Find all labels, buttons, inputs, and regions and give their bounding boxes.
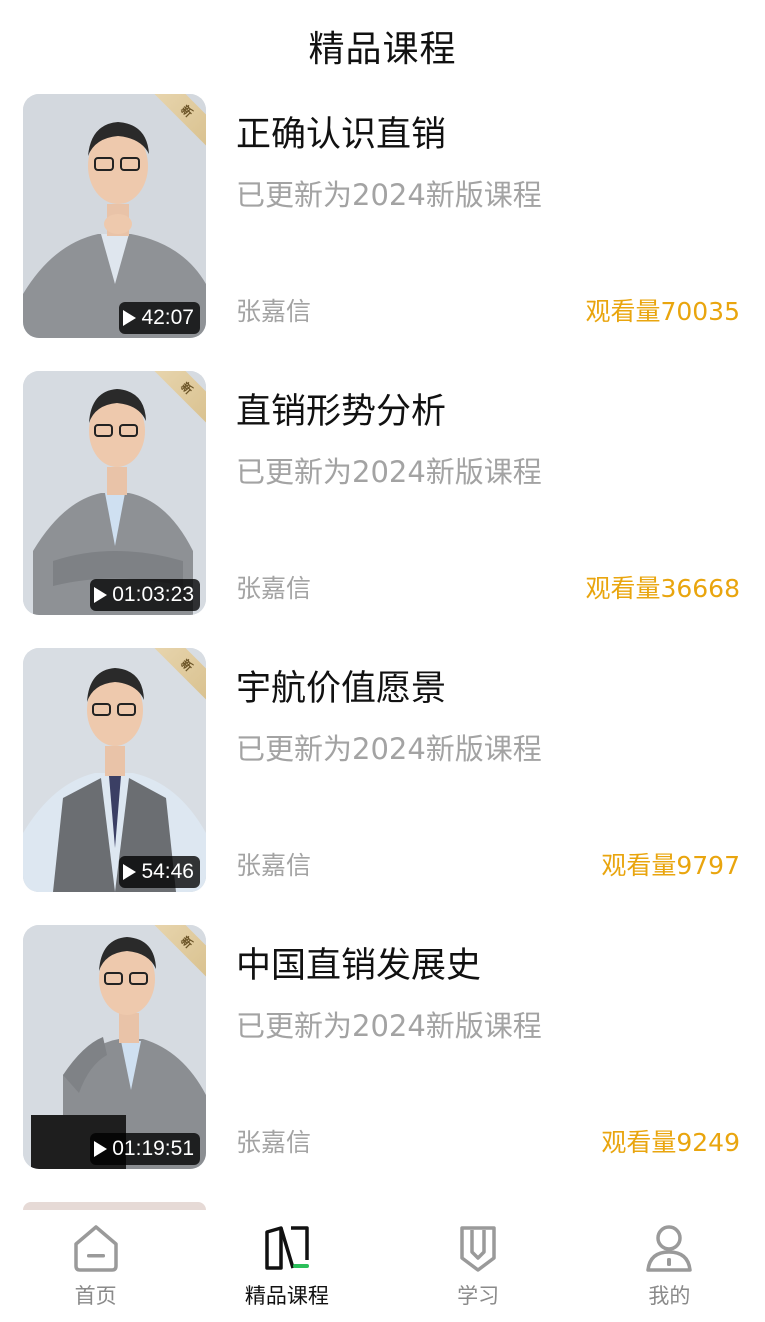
duration-text: 42:07 — [141, 306, 194, 329]
course-card[interactable]: 新 01:03:23 直销形势分析 已更新为2024新版课程 张嘉信 观看量36… — [0, 369, 765, 615]
next-card-peek — [23, 1202, 206, 1210]
course-thumbnail[interactable]: 新 42:07 — [23, 94, 206, 338]
course-card[interactable]: 新 54:46 宇航价值愿景 已更新为2024新版课程 张嘉信 观看量9797 — [0, 646, 765, 892]
course-thumbnail[interactable]: 新 01:03:23 — [23, 371, 206, 615]
play-icon — [94, 587, 108, 603]
course-card[interactable]: 新 01:19:51 中国直销发展史 已更新为2024新版课程 张嘉信 观看量9… — [0, 923, 765, 1169]
course-title: 正确认识直销 — [236, 115, 447, 155]
course-author: 张嘉信 — [236, 574, 312, 603]
bottom-tab-bar: 首页 精品课程 学习 我的 — [0, 1210, 765, 1322]
course-subtitle: 已更新为2024新版课程 — [236, 1009, 542, 1043]
tab-courses[interactable]: 精品课程 — [191, 1210, 382, 1322]
duration-text: 01:03:23 — [112, 583, 194, 606]
course-card[interactable]: 新 42:07 正确认识直销 已更新为2024新版课程 张嘉信 观看量70035 — [0, 92, 765, 338]
play-icon — [123, 864, 137, 880]
course-author: 张嘉信 — [236, 297, 312, 326]
course-subtitle: 已更新为2024新版课程 — [236, 732, 542, 766]
duration-text: 01:19:51 — [112, 1137, 194, 1160]
course-subtitle: 已更新为2024新版课程 — [236, 178, 542, 212]
pencil-icon — [460, 1226, 496, 1272]
course-list[interactable]: 新 42:07 正确认识直销 已更新为2024新版课程 张嘉信 观看量70035 — [0, 92, 765, 1210]
duration-badge: 01:03:23 — [90, 579, 200, 611]
user-icon — [646, 1225, 693, 1272]
course-title: 直销形势分析 — [236, 392, 447, 432]
play-icon — [94, 1141, 108, 1157]
play-icon — [123, 310, 137, 326]
home-icon — [73, 1225, 118, 1272]
course-views: 观看量70035 — [585, 297, 740, 326]
page-header: 精品课程 — [0, 0, 765, 92]
duration-badge: 42:07 — [119, 302, 200, 334]
book-icon — [265, 1226, 309, 1270]
page-title: 精品课程 — [308, 29, 457, 70]
tab-study[interactable]: 学习 — [383, 1210, 574, 1322]
course-views: 观看量36668 — [585, 574, 740, 603]
duration-badge: 54:46 — [119, 856, 200, 888]
course-author: 张嘉信 — [236, 1128, 312, 1157]
course-subtitle: 已更新为2024新版课程 — [236, 455, 542, 489]
course-title: 中国直销发展史 — [236, 946, 482, 986]
course-views: 观看量9249 — [601, 1128, 740, 1157]
tab-me[interactable]: 我的 — [574, 1210, 765, 1322]
duration-badge: 01:19:51 — [90, 1133, 200, 1165]
course-thumbnail[interactable]: 新 54:46 — [23, 648, 206, 892]
tab-home[interactable]: 首页 — [0, 1210, 191, 1322]
course-author: 张嘉信 — [236, 851, 312, 880]
duration-text: 54:46 — [141, 860, 194, 883]
course-thumbnail[interactable]: 新 01:19:51 — [23, 925, 206, 1169]
course-views: 观看量9797 — [601, 851, 740, 880]
course-title: 宇航价值愿景 — [236, 669, 447, 709]
